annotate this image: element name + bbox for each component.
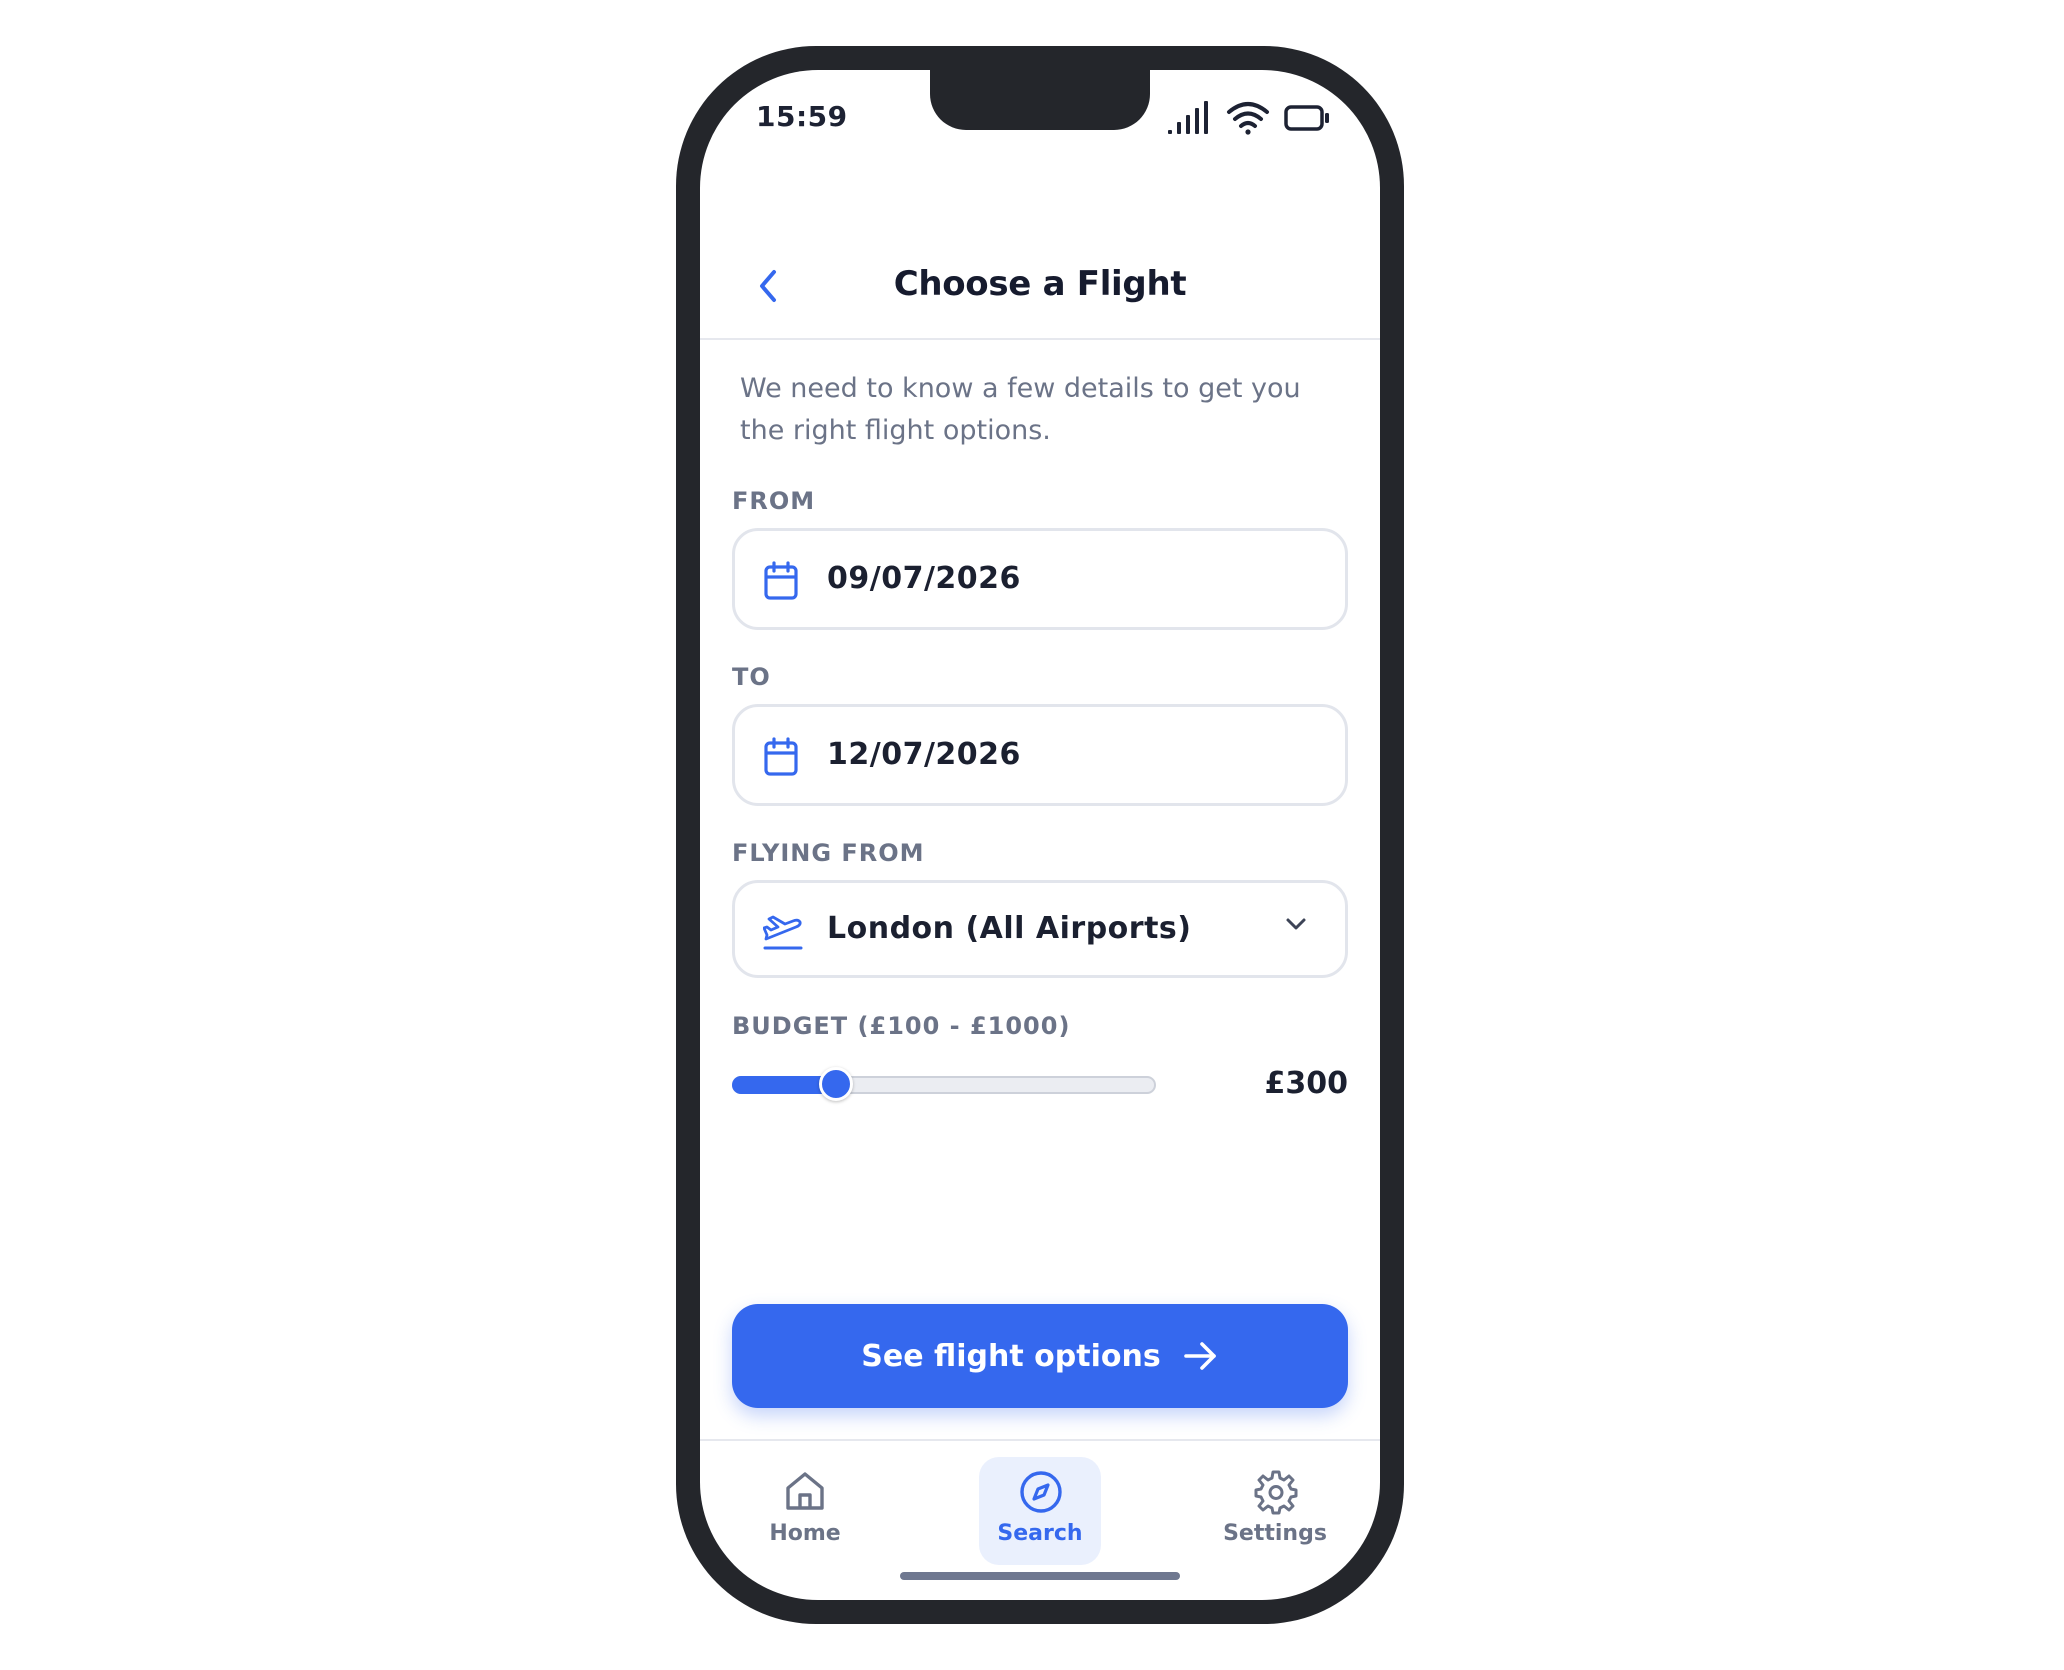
from-date-value: 09/07/2026 bbox=[827, 561, 1021, 596]
budget-label: BUDGET (£100 - £1000) bbox=[732, 1012, 1071, 1040]
to-label: TO bbox=[732, 663, 771, 691]
to-date-field[interactable]: 12/07/2026 bbox=[732, 704, 1348, 806]
nav-label-settings: Settings bbox=[1223, 1521, 1327, 1546]
arrow-right-icon bbox=[1183, 1342, 1216, 1370]
wifi-icon bbox=[1227, 102, 1269, 135]
home-indicator bbox=[900, 1572, 1180, 1580]
from-label: FROM bbox=[732, 487, 816, 515]
budget-value: £300 bbox=[1264, 1066, 1349, 1101]
notch bbox=[930, 70, 1150, 130]
gear-icon bbox=[1254, 1470, 1298, 1515]
nav-item-search[interactable]: Search bbox=[979, 1457, 1101, 1565]
nav-item-settings[interactable]: Settings bbox=[1214, 1457, 1336, 1565]
nav-item-home[interactable]: Home bbox=[744, 1457, 866, 1565]
signal-icon bbox=[1168, 101, 1208, 134]
budget-slider[interactable] bbox=[732, 1064, 1156, 1104]
flying-from-select[interactable]: London (All Airports) bbox=[732, 880, 1348, 978]
slider-thumb[interactable] bbox=[818, 1067, 853, 1101]
to-date-value: 12/07/2026 bbox=[827, 737, 1021, 772]
from-date-field[interactable]: 09/07/2026 bbox=[732, 528, 1348, 630]
phone-screen: 15:59 Choose a Flight We need to know a … bbox=[700, 70, 1380, 1600]
stage: 15:59 Choose a Flight We need to know a … bbox=[0, 0, 2064, 1670]
page-title: Choose a Flight bbox=[893, 264, 1187, 304]
nav-label-search: Search bbox=[997, 1521, 1083, 1546]
see-flight-options-button[interactable]: See flight options bbox=[732, 1304, 1348, 1408]
cta-label: See flight options bbox=[861, 1338, 1161, 1374]
calendar-icon bbox=[764, 737, 798, 776]
battery-icon bbox=[1284, 105, 1329, 131]
chevron-down-icon bbox=[1286, 918, 1306, 930]
flying-from-value: London (All Airports) bbox=[827, 911, 1192, 946]
compass-icon bbox=[1020, 1471, 1062, 1513]
home-icon bbox=[786, 1472, 824, 1510]
flying-from-label: FLYING FROM bbox=[732, 839, 925, 867]
nav-label-home: Home bbox=[769, 1521, 841, 1546]
intro-text: We need to know a few details to get you… bbox=[740, 373, 1301, 446]
calendar-icon bbox=[764, 561, 798, 600]
plane-takeoff-icon bbox=[763, 915, 803, 950]
status-time: 15:59 bbox=[756, 100, 848, 133]
header: Choose a Flight bbox=[700, 200, 1380, 340]
